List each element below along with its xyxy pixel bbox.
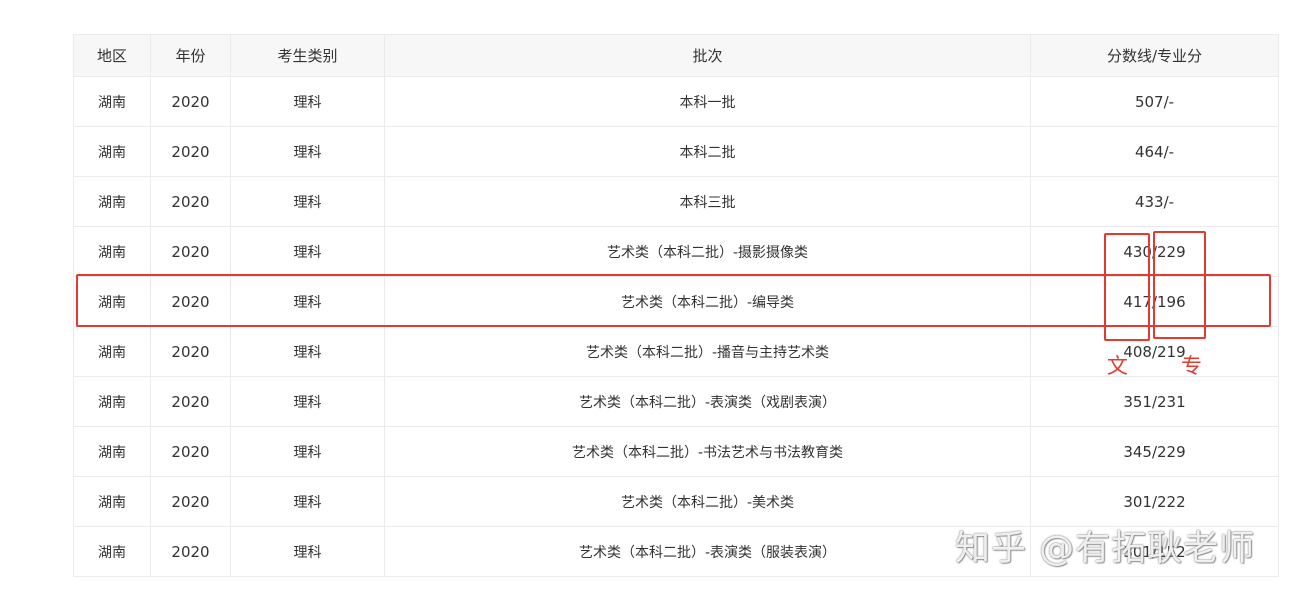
cell-category: 理科	[230, 76, 385, 127]
cell-year: 2020	[150, 276, 231, 327]
cell-year: 2020	[150, 126, 231, 177]
table-row-highlighted: 湖南 2020 理科 艺术类（本科二批）-编导类 417/196	[73, 276, 1279, 327]
cell-score: 408/219	[1030, 326, 1279, 377]
cell-score: 464/-	[1030, 126, 1279, 177]
cell-batch: 本科二批	[384, 126, 1031, 177]
cell-year: 2020	[150, 226, 231, 277]
cell-batch: 本科一批	[384, 76, 1031, 127]
cell-year: 2020	[150, 76, 231, 127]
table-row: 湖南 2020 理科 艺术类（本科二批）-表演类（戏剧表演） 351/231	[73, 376, 1279, 427]
cell-region: 湖南	[73, 76, 151, 127]
header-year: 年份	[150, 34, 231, 77]
cell-score: 351/231	[1030, 376, 1279, 427]
cell-year: 2020	[150, 376, 231, 427]
cell-batch: 艺术类（本科二批）-编导类	[384, 276, 1031, 327]
cell-category: 理科	[230, 276, 385, 327]
score-table: 地区 年份 考生类别 批次 分数线/专业分 湖南 2020 理科 本科一批 50…	[73, 34, 1279, 577]
cell-category: 理科	[230, 126, 385, 177]
cell-category: 理科	[230, 226, 385, 277]
header-score: 分数线/专业分	[1030, 34, 1279, 77]
table-row: 湖南 2020 理科 本科二批 464/-	[73, 126, 1279, 177]
cell-score: 417/196	[1030, 276, 1279, 327]
table-row: 湖南 2020 理科 本科一批 507/-	[73, 76, 1279, 127]
cell-region: 湖南	[73, 476, 151, 527]
watermark: 知乎 @有拓耿老师	[955, 529, 1256, 569]
cell-category: 理科	[230, 176, 385, 227]
cell-batch: 艺术类（本科二批）-播音与主持艺术类	[384, 326, 1031, 377]
cell-batch: 艺术类（本科二批）-摄影摄像类	[384, 226, 1031, 277]
cell-score: 301/222	[1030, 476, 1279, 527]
cell-region: 湖南	[73, 176, 151, 227]
table-row: 湖南 2020 理科 艺术类（本科二批）-书法艺术与书法教育类 345/229	[73, 426, 1279, 477]
header-region: 地区	[73, 34, 151, 77]
cell-year: 2020	[150, 176, 231, 227]
cell-category: 理科	[230, 376, 385, 427]
table-row: 湖南 2020 理科 艺术类（本科二批）-摄影摄像类 430/229	[73, 226, 1279, 277]
cell-year: 2020	[150, 476, 231, 527]
score-table-container: 地区 年份 考生类别 批次 分数线/专业分 湖南 2020 理科 本科一批 50…	[73, 34, 1279, 577]
cell-year: 2020	[150, 426, 231, 477]
cell-region: 湖南	[73, 276, 151, 327]
cell-region: 湖南	[73, 326, 151, 377]
cell-category: 理科	[230, 326, 385, 377]
table-row: 湖南 2020 理科 艺术类（本科二批）-播音与主持艺术类 408/219	[73, 326, 1279, 377]
cell-year: 2020	[150, 326, 231, 377]
cell-score: 507/-	[1030, 76, 1279, 127]
cell-batch: 艺术类（本科二批）-表演类（戏剧表演）	[384, 376, 1031, 427]
cell-batch: 艺术类（本科二批）-表演类（服装表演）	[384, 526, 1031, 577]
table-header-row: 地区 年份 考生类别 批次 分数线/专业分	[73, 34, 1279, 77]
cell-region: 湖南	[73, 376, 151, 427]
cell-batch: 艺术类（本科二批）-美术类	[384, 476, 1031, 527]
header-category: 考生类别	[230, 34, 385, 77]
cell-region: 湖南	[73, 526, 151, 577]
cell-region: 湖南	[73, 226, 151, 277]
cell-category: 理科	[230, 426, 385, 477]
cell-score: 345/229	[1030, 426, 1279, 477]
annotation-label-culture: 文	[1107, 354, 1128, 378]
cell-score: 433/-	[1030, 176, 1279, 227]
cell-category: 理科	[230, 476, 385, 527]
cell-batch: 本科三批	[384, 176, 1031, 227]
cell-category: 理科	[230, 526, 385, 577]
table-row: 湖南 2020 理科 本科三批 433/-	[73, 176, 1279, 227]
header-batch: 批次	[384, 34, 1031, 77]
annotation-label-major: 专	[1181, 354, 1202, 378]
cell-region: 湖南	[73, 426, 151, 477]
cell-year: 2020	[150, 526, 231, 577]
cell-score: 430/229	[1030, 226, 1279, 277]
cell-batch: 艺术类（本科二批）-书法艺术与书法教育类	[384, 426, 1031, 477]
table-row: 湖南 2020 理科 艺术类（本科二批）-美术类 301/222	[73, 476, 1279, 527]
cell-region: 湖南	[73, 126, 151, 177]
